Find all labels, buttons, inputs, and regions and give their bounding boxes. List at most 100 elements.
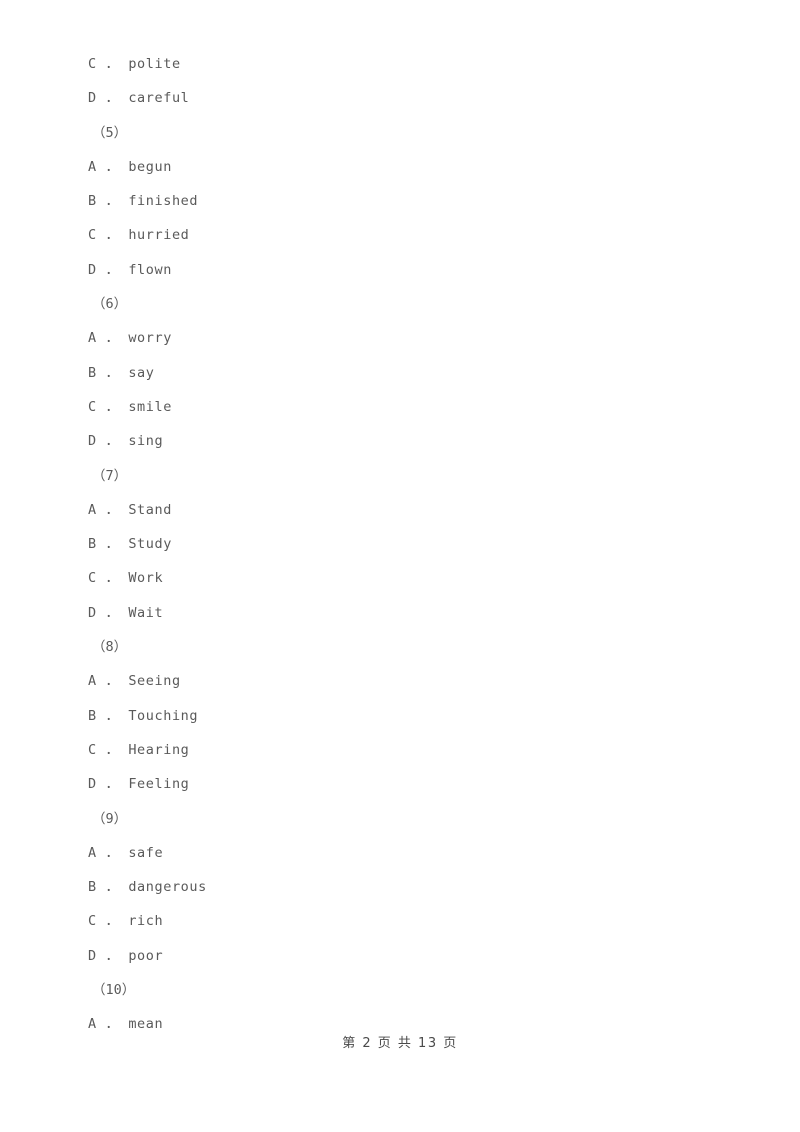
option-separator: ． <box>105 261 120 278</box>
option-letter: B <box>88 364 97 381</box>
option-letter: B <box>88 879 97 896</box>
option-separator: ． <box>105 501 120 518</box>
option-letter: D <box>88 90 97 107</box>
option-letter: A <box>88 844 97 861</box>
option-text: Feeling <box>128 776 190 793</box>
option-text: smile <box>128 398 172 415</box>
option-letter: C <box>88 913 97 930</box>
question-number: （9） <box>88 802 708 836</box>
question-number: （8） <box>88 630 708 664</box>
option-letter: C <box>88 570 97 587</box>
option-separator: ． <box>105 707 120 724</box>
question-number-label: （6） <box>92 296 128 313</box>
question-number: （10） <box>88 973 708 1007</box>
answer-option[interactable]: B ． dangerous <box>88 870 708 904</box>
option-separator: ． <box>105 673 120 690</box>
option-letter: C <box>88 227 97 244</box>
option-letter: D <box>88 433 97 450</box>
option-separator: ． <box>105 570 120 587</box>
option-letter: D <box>88 604 97 621</box>
option-letter: A <box>88 673 97 690</box>
option-separator: ． <box>105 56 120 72</box>
option-separator: ． <box>105 536 120 553</box>
option-letter: A <box>88 330 97 347</box>
option-text: sing <box>128 433 164 450</box>
option-text: safe <box>128 844 164 861</box>
option-separator: ． <box>105 604 120 621</box>
option-separator: ． <box>105 158 120 175</box>
answer-option[interactable]: D ． poor <box>88 939 708 973</box>
option-separator: ． <box>105 776 120 793</box>
question-number: （6） <box>88 287 708 321</box>
answer-option[interactable]: C ． hurried <box>88 218 708 252</box>
option-separator: ． <box>105 1016 120 1033</box>
option-separator: ． <box>105 844 120 861</box>
option-letter: D <box>88 261 97 278</box>
option-separator: ． <box>105 364 120 381</box>
document-page: C ． polite D ． careful （5） A ． begun B ． fin… <box>0 0 800 1132</box>
option-text: rich <box>128 913 164 930</box>
option-text: begun <box>128 158 172 175</box>
option-text: dangerous <box>128 879 207 896</box>
option-letter: A <box>88 158 97 175</box>
page-footer: 第 2 页 共 13 页 <box>342 1036 458 1051</box>
answer-option[interactable]: A ． Stand <box>88 493 708 527</box>
option-text: Wait <box>128 604 164 621</box>
option-letter: B <box>88 536 97 553</box>
option-separator: ． <box>105 741 120 758</box>
option-separator: ． <box>105 330 120 347</box>
option-separator: ． <box>105 947 120 964</box>
option-letter: A <box>88 1016 97 1033</box>
question-number-label: （10） <box>92 982 136 999</box>
answer-option[interactable]: B ． say <box>88 356 708 390</box>
option-separator: ． <box>105 879 120 896</box>
option-text: hurried <box>128 227 190 244</box>
option-text: finished <box>128 193 199 210</box>
answer-option[interactable]: D ． sing <box>88 424 708 458</box>
answer-option[interactable]: C ． smile <box>88 390 708 424</box>
option-separator: ． <box>105 913 120 930</box>
option-letter: C <box>88 741 97 758</box>
option-text: Work <box>128 570 164 587</box>
option-letter: A <box>88 501 97 518</box>
option-text: poor <box>128 947 164 964</box>
option-letter: B <box>88 193 97 210</box>
option-letter: C <box>88 56 97 72</box>
option-letter: D <box>88 947 97 964</box>
answer-option[interactable]: B ． finished <box>88 184 708 218</box>
option-text: Touching <box>128 707 199 724</box>
option-separator: ． <box>105 398 120 415</box>
answer-option[interactable]: D ． Feeling <box>88 767 708 801</box>
answer-option[interactable]: C ． Hearing <box>88 733 708 767</box>
answer-option[interactable]: D ． Wait <box>88 596 708 630</box>
question-number: （5） <box>88 116 708 150</box>
answer-option[interactable]: B ． Study <box>88 527 708 561</box>
option-text: careful <box>128 90 190 107</box>
answer-option[interactable]: D ． flown <box>88 253 708 287</box>
answer-option[interactable]: C ． rich <box>88 904 708 938</box>
option-text: Seeing <box>128 673 181 690</box>
answer-option[interactable]: A ． worry <box>88 321 708 355</box>
option-letter: B <box>88 707 97 724</box>
option-separator: ． <box>105 227 120 244</box>
question-number-label: （8） <box>92 639 128 656</box>
option-text: polite <box>128 56 181 72</box>
answer-option[interactable]: A ． safe <box>88 836 708 870</box>
option-separator: ． <box>105 193 120 210</box>
option-text: Stand <box>128 501 172 518</box>
option-separator: ． <box>105 433 120 450</box>
answer-option[interactable]: D ． careful <box>88 81 708 115</box>
answer-option[interactable]: A ． begun <box>88 150 708 184</box>
question-number-label: （9） <box>92 810 128 827</box>
answer-option[interactable]: C ． Work <box>88 561 708 595</box>
answer-option[interactable]: C ． polite <box>88 47 708 81</box>
option-text: say <box>128 364 155 381</box>
answer-option[interactable]: A ． Seeing <box>88 664 708 698</box>
option-text: flown <box>128 261 172 278</box>
option-text: worry <box>128 330 172 347</box>
option-letter: D <box>88 776 97 793</box>
answer-option[interactable]: B ． Touching <box>88 699 708 733</box>
question-options-list: C ． polite D ． careful （5） A ． begun B ． fin… <box>88 47 708 1042</box>
option-letter: C <box>88 398 97 415</box>
option-separator: ． <box>105 90 120 107</box>
